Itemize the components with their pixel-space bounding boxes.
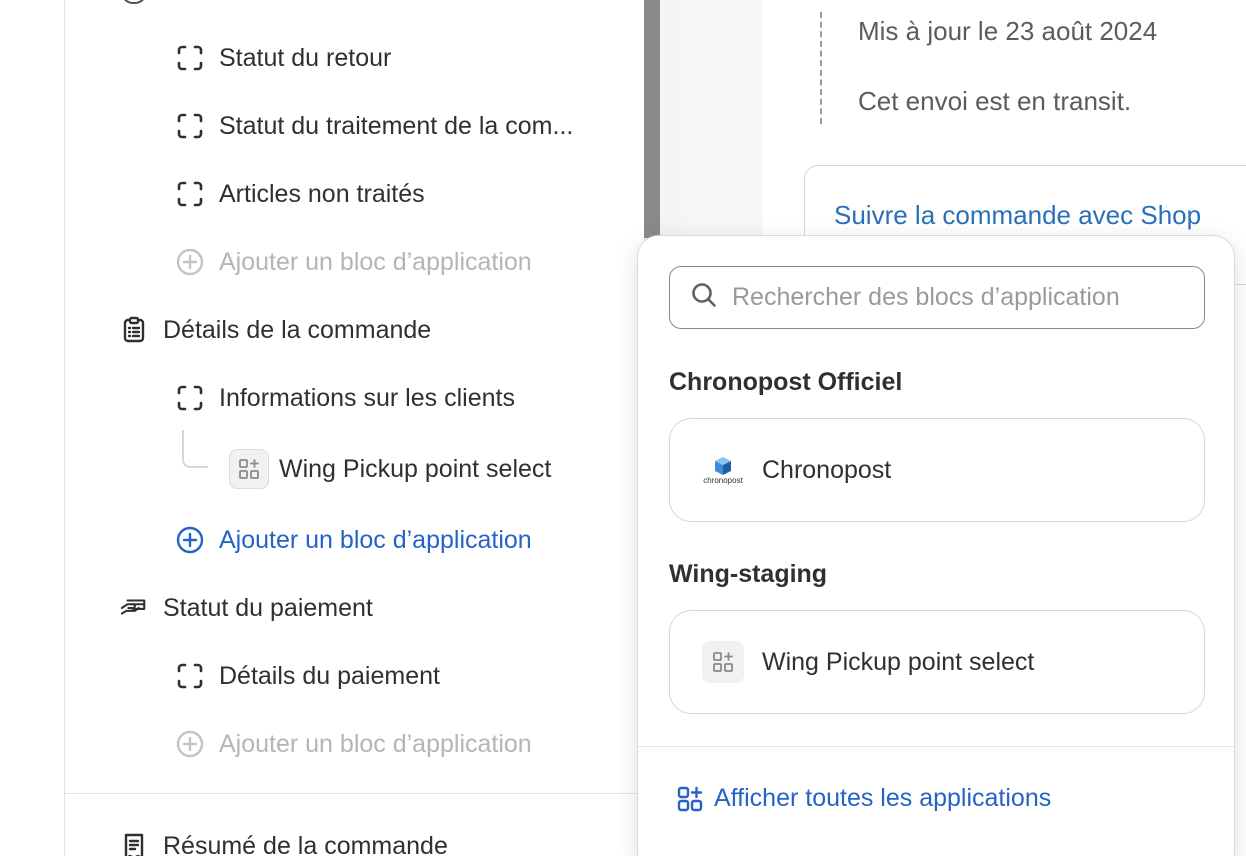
sidebar-item-informations-clients[interactable]: Informations sur les clients <box>176 378 515 418</box>
add-circle-icon <box>176 730 204 758</box>
app-option-wing-pickup[interactable]: Wing Pickup point select <box>669 610 1205 714</box>
sidebar-item-label: Statut du traitement de la com... <box>219 111 574 140</box>
app-block-popover: Chronopost Officiel chronopost Chronopos… <box>637 235 1235 856</box>
block-icon <box>176 44 204 72</box>
popover-divider <box>638 746 1234 747</box>
block-icon <box>176 662 204 690</box>
block-icon <box>176 180 204 208</box>
sidebar-section-label: Résumé de la commande <box>163 831 448 856</box>
app-grid-add-icon <box>676 785 704 813</box>
block-icon <box>176 384 204 412</box>
sidebar-item-label: Articles non traités <box>219 179 425 208</box>
search-field[interactable] <box>669 266 1205 329</box>
chronopost-logo-text: chronopost <box>703 475 743 485</box>
sidebar-section-resume-commande[interactable]: Résumé de la commande <box>120 826 448 856</box>
sidebar-section-label: Statut du paiement <box>163 593 373 622</box>
sidebar-item-label: Informations sur les clients <box>219 383 515 412</box>
scrollbar-thumb[interactable] <box>644 0 660 238</box>
sidebar-item-wing-pickup[interactable]: Wing Pickup point select <box>229 449 551 489</box>
timeline-dash <box>820 12 822 124</box>
sidebar-section-details-commande[interactable]: Détails de la commande <box>120 310 431 350</box>
add-app-block-label: Ajouter un bloc d’application <box>219 247 532 276</box>
sidebar-item-label: Détails du paiement <box>219 661 440 690</box>
updated-date: Mis à jour le 23 août 2024 <box>858 16 1158 46</box>
app-option-label: Chronopost <box>762 455 892 484</box>
group-title-wing-staging: Wing-staging <box>669 560 828 588</box>
sidebar-section-label: Détails de la commande <box>163 315 432 344</box>
add-app-block-button[interactable]: Ajouter un bloc d’application <box>176 242 532 282</box>
show-all-apps-button[interactable]: Afficher toutes les applications <box>676 784 1051 813</box>
sidebar-divider <box>64 0 65 856</box>
group-title-chronopost: Chronopost Officiel <box>669 368 903 396</box>
app-grid-icon <box>702 641 744 683</box>
sidebar-item-label: Statut du retour <box>219 43 392 72</box>
hand-payment-icon <box>120 594 148 622</box>
preview-side-strip <box>682 0 762 240</box>
search-input[interactable] <box>732 283 1172 312</box>
receipt-icon <box>120 832 148 856</box>
search-icon <box>690 281 718 314</box>
transit-status: Cet envoi est en transit. <box>858 86 1132 116</box>
sidebar-item-statut-traitement[interactable]: Statut du traitement de la com... <box>176 106 573 146</box>
app-grid-icon <box>229 449 269 489</box>
sidebar-item-articles-non-traites[interactable]: Articles non traités <box>176 174 425 214</box>
sidebar-item-details-paiement[interactable]: Détails du paiement <box>176 656 440 696</box>
sidebar-item-statut-retour[interactable]: Statut du retour <box>176 38 391 78</box>
chronopost-logo: chronopost <box>702 449 744 491</box>
app-option-label: Wing Pickup point select <box>762 647 1035 676</box>
add-app-block-label: Ajouter un bloc d’application <box>219 729 532 758</box>
tree-connector <box>182 430 208 468</box>
block-icon <box>176 112 204 140</box>
add-app-block-button-active[interactable]: Ajouter un bloc d’application <box>176 520 532 560</box>
add-circle-icon <box>176 526 204 554</box>
app-option-chronopost[interactable]: chronopost Chronopost <box>669 418 1205 522</box>
clipboard-icon <box>120 316 148 344</box>
sidebar-section-statut-paiement[interactable]: Statut du paiement <box>120 588 373 628</box>
sidebar-item-label: Wing Pickup point select <box>279 454 552 483</box>
track-order-link[interactable]: Suivre la commande avec Shop <box>834 200 1201 231</box>
add-app-block-button[interactable]: Ajouter un bloc d’application <box>176 724 532 764</box>
show-all-apps-label: Afficher toutes les applications <box>714 784 1052 812</box>
section-divider <box>64 793 644 794</box>
add-app-block-label: Ajouter un bloc d’application <box>219 525 532 554</box>
add-circle-icon <box>176 248 204 276</box>
